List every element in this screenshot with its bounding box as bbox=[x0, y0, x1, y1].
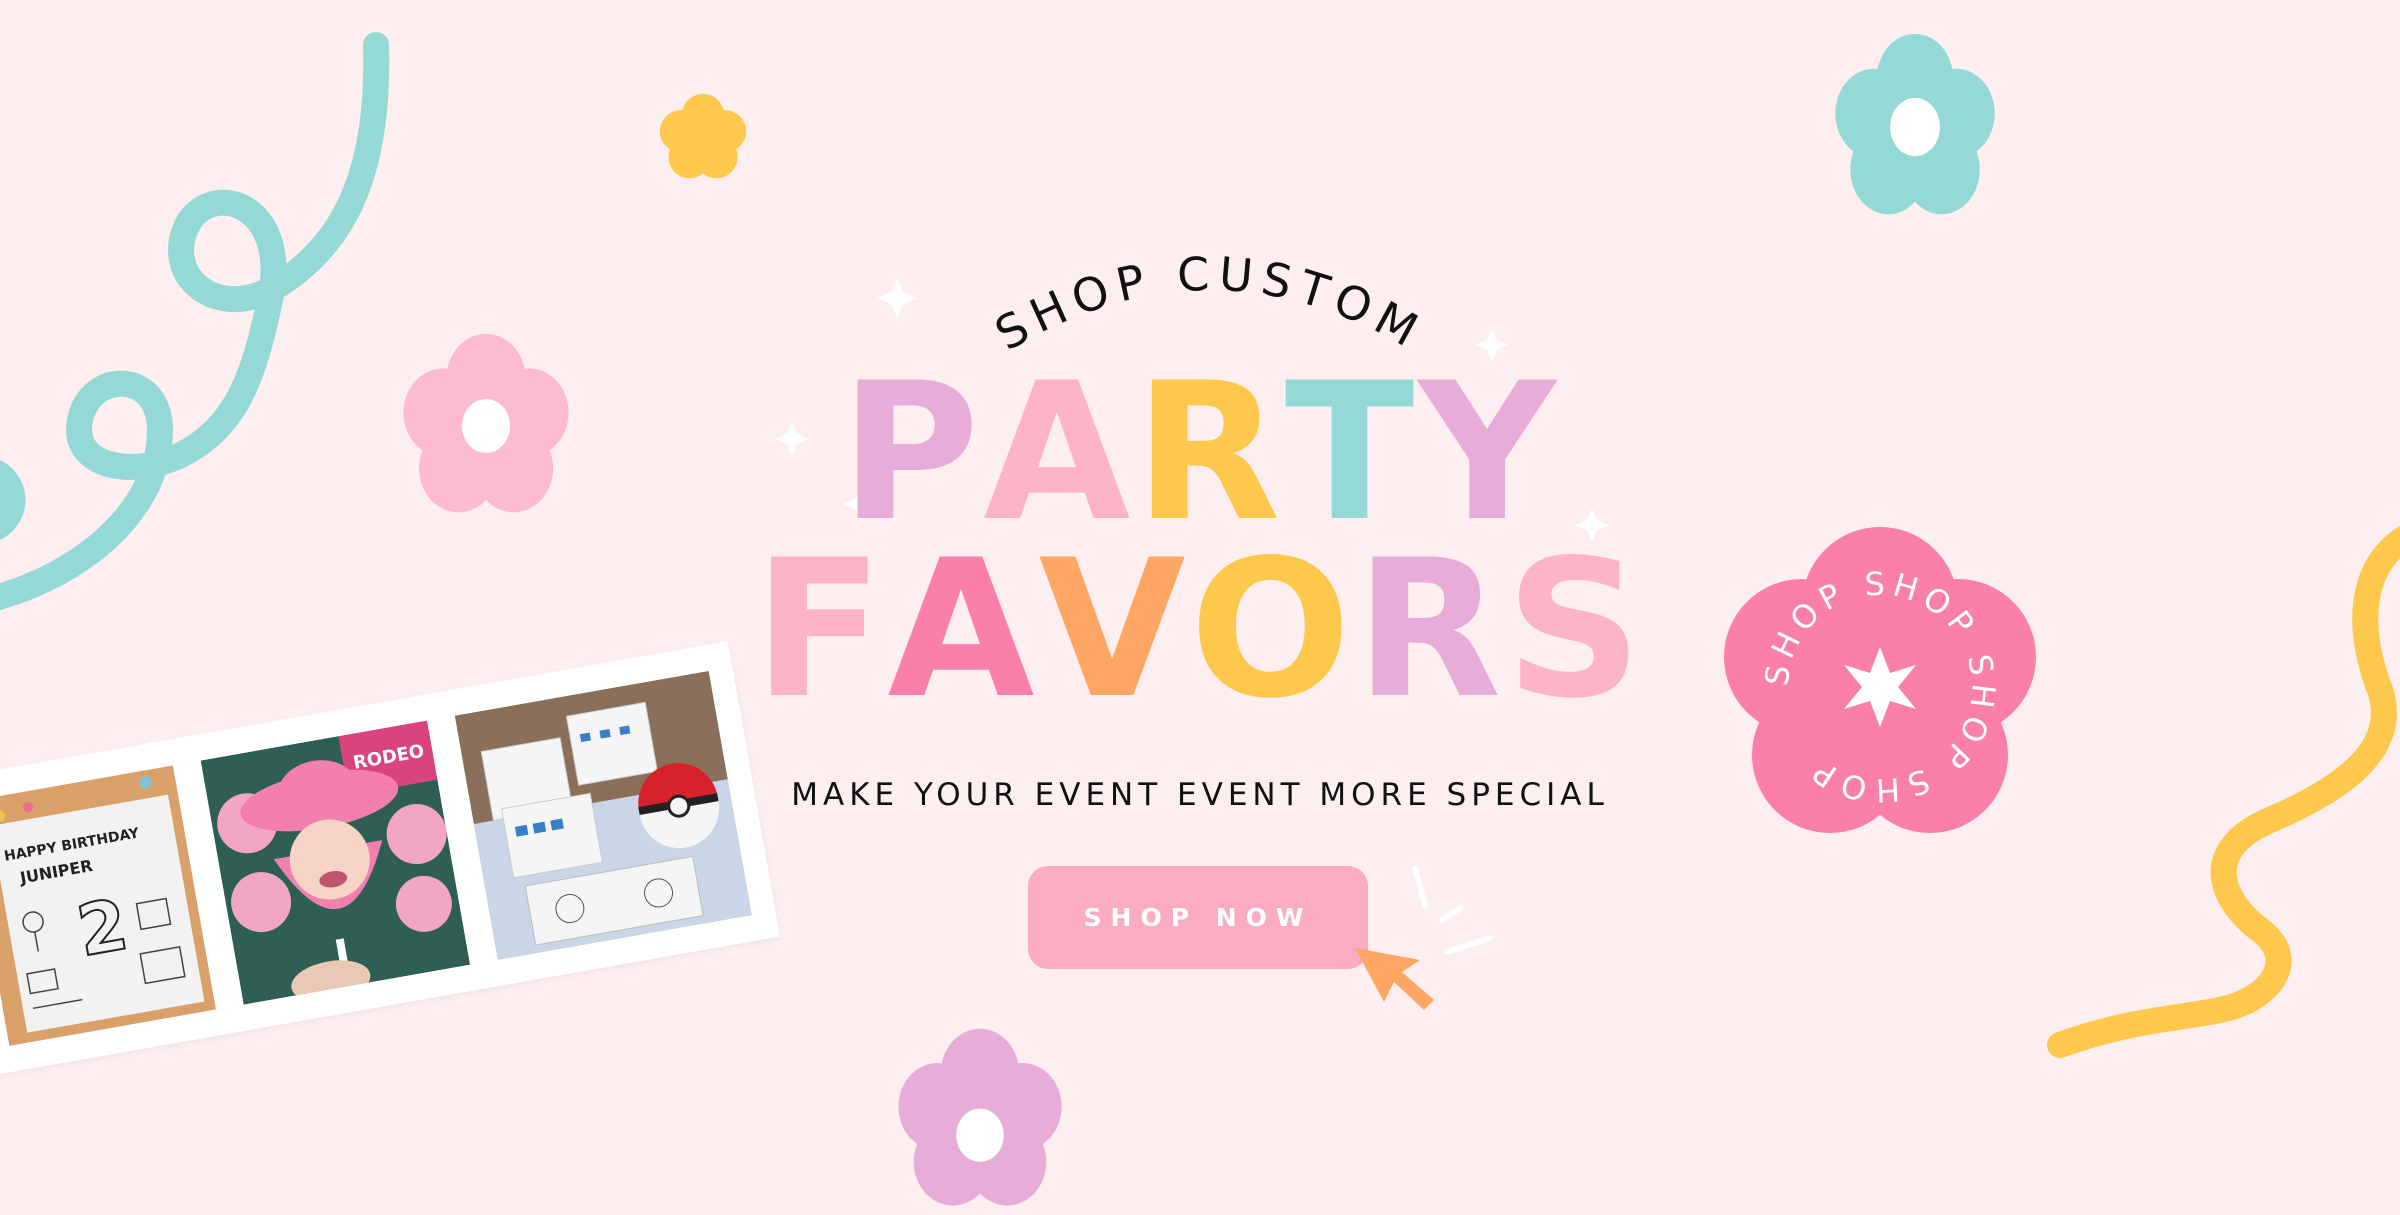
photo-party-boxes bbox=[454, 670, 752, 960]
title-letter: F bbox=[753, 519, 888, 740]
lilac-flower-decoration bbox=[895, 1025, 1065, 1206]
title-letter: R bbox=[1355, 519, 1506, 740]
photo-placemat: HAPPY BIRTHDAY JUNIPER 2 bbox=[0, 765, 217, 1047]
title-letter: S bbox=[1505, 519, 1647, 740]
cursor-icon bbox=[1350, 860, 1510, 1020]
yellow-flower-decoration bbox=[655, 90, 751, 186]
photo-cake-topper: RODEO bbox=[200, 720, 471, 1005]
teal-flower-decoration bbox=[1832, 30, 1998, 224]
title-line-favors: FAVORS bbox=[0, 535, 2400, 725]
title-letter: O bbox=[1189, 519, 1356, 740]
shop-now-button[interactable]: SHOP NOW bbox=[1028, 866, 1368, 969]
title-letter: V bbox=[1038, 519, 1190, 740]
title-letter: A bbox=[887, 519, 1039, 740]
